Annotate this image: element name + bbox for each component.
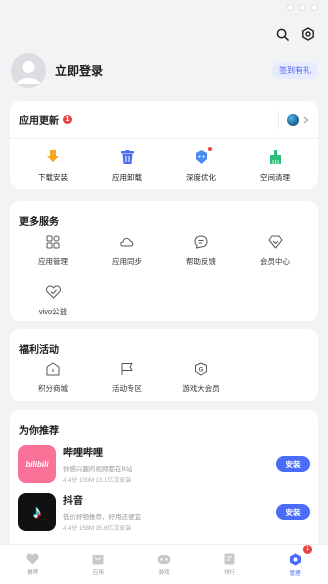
app-description: 你感兴趣的视频都在B站 [63, 466, 133, 473]
recommend-card: 为你推荐 bilibili 哔哩哔哩 你感兴趣的视频都在B站 4.4分 100M… [10, 410, 318, 545]
service-app-manage[interactable]: 应用管理 [16, 235, 90, 267]
login-link[interactable]: 立即登录 [55, 62, 103, 79]
section-title: 更多服务 [19, 217, 59, 228]
download-install-button[interactable]: 下载安装 [18, 149, 88, 183]
status-indicator [311, 3, 318, 11]
welfare-label: 积分商城 [38, 384, 68, 393]
service-label: 会员中心 [260, 257, 290, 266]
install-button[interactable]: 安装 [276, 504, 310, 520]
cloud-icon [120, 238, 134, 247]
app-name: 抖音 [63, 496, 83, 507]
heart-icon [45, 285, 61, 299]
download-icon [45, 149, 61, 165]
tab-label: 推荐 [27, 570, 39, 576]
welfare-game-vip[interactable]: G 游戏大会员 [164, 362, 238, 394]
tab-games[interactable]: 游戏 [144, 554, 184, 576]
welfare-card: 福利活动 积分商城 活动专区 G 游戏大会员 [10, 329, 318, 401]
status-indicator [299, 3, 306, 11]
service-label: 应用管理 [38, 257, 68, 266]
svg-text:G: G [199, 368, 204, 374]
search-icon[interactable] [274, 26, 290, 42]
tool-label: 下载安装 [38, 173, 68, 182]
chat-icon [194, 235, 208, 249]
settings-icon[interactable] [300, 26, 316, 42]
broom-icon [267, 149, 283, 165]
shop-icon [46, 362, 60, 376]
tab-manage[interactable]: 1 管理 [275, 544, 315, 577]
welfare-label: 活动专区 [112, 384, 142, 393]
service-help-feedback[interactable]: 帮助反馈 [164, 235, 238, 267]
tab-label: 游戏 [158, 569, 170, 576]
game-vip-icon: G [195, 362, 207, 376]
tool-label: 空间清理 [260, 173, 290, 182]
app-update-header[interactable]: 应用更新 1 [10, 101, 318, 139]
tab-apps[interactable]: 应用 [78, 553, 118, 576]
welfare-activity-zone[interactable]: 活动专区 [90, 362, 164, 394]
deep-optimize-button[interactable]: 深度优化 [166, 147, 236, 183]
update-app-preview[interactable] [278, 110, 309, 129]
space-clean-button[interactable]: 空间清理 [240, 149, 310, 183]
recommend-app-item[interactable]: ♪ 抖音 低价好物推荐，好用还便宜 4.4分 158M 35.6亿次安装 安装 [18, 492, 310, 532]
app-description: 低价好物推荐，好用还便宜 [63, 514, 141, 521]
manage-tab-icon [289, 553, 301, 565]
section-title: 福利活动 [19, 345, 59, 356]
diamond-icon [268, 235, 282, 249]
status-bar [0, 0, 328, 14]
recommend-app-item[interactable]: bilibili 哔哩哔哩 你感兴趣的视频都在B站 4.4分 100M 13.1… [18, 444, 310, 484]
tab-badge: 1 [303, 544, 313, 554]
section-title: 为你推荐 [19, 426, 59, 437]
bilibili-app-icon: bilibili [18, 445, 56, 483]
welfare-label: 游戏大会员 [182, 384, 220, 393]
tab-rank[interactable]: 排行 [210, 553, 250, 576]
flag-icon [121, 363, 133, 375]
gamepad-tab-icon [157, 554, 171, 564]
chevron-right-icon [303, 116, 309, 123]
trash-icon [119, 149, 135, 165]
service-vivo-charity[interactable]: vivo公益 [16, 285, 90, 317]
app-info: 哔哩哔哩 你感兴趣的视频都在B站 4.4分 100M 13.1亿次安装 [63, 444, 276, 484]
heart-tab-icon [26, 553, 39, 565]
more-services-card: 更多服务 应用管理 应用同步 帮助反馈 会员中心 vivo公益 [10, 201, 318, 321]
app-icon-text: bilibili [25, 459, 49, 469]
tab-label: 应用 [92, 570, 104, 576]
install-button[interactable]: 安装 [276, 456, 310, 472]
profile-header: 立即登录 签到有礼 [11, 52, 318, 88]
apps-grid-icon [46, 235, 60, 249]
douyin-app-icon: ♪ [18, 493, 56, 531]
app-icon-text: ♪ [32, 501, 42, 522]
service-label: 帮助反馈 [186, 257, 216, 266]
bag-tab-icon [92, 555, 104, 565]
service-label: 应用同步 [112, 257, 142, 266]
bottom-tab-bar: 推荐 应用 游戏 排行 1 管理 [0, 544, 328, 584]
uninstall-button[interactable]: 应用卸载 [92, 149, 162, 183]
service-label: vivo公益 [38, 307, 68, 316]
tool-label: 应用卸载 [112, 173, 142, 182]
rank-tab-icon [224, 553, 235, 565]
tab-recommend[interactable]: 推荐 [13, 553, 53, 576]
new-dot [208, 147, 212, 151]
top-actions [274, 26, 316, 42]
welfare-points-mall[interactable]: 积分商城 [16, 362, 90, 394]
service-app-sync[interactable]: 应用同步 [90, 235, 164, 267]
optimize-icon [193, 147, 212, 165]
app-meta: 4.4分 100M 13.1亿次安装 [63, 478, 132, 484]
tab-label: 管理 [289, 570, 301, 577]
status-indicator [287, 3, 294, 11]
app-update-title: 应用更新 [19, 116, 59, 127]
welfare-empty-slot [238, 362, 312, 394]
tab-label: 排行 [224, 570, 236, 576]
tools-row: 下载安装 应用卸载 深度优化 空间清理 [10, 139, 318, 183]
app-globe-icon [287, 113, 299, 126]
app-update-card: 应用更新 1 下载安装 应用卸载 深度优化 空间清理 [10, 101, 318, 189]
signin-reward-button[interactable]: 签到有礼 [272, 61, 318, 79]
avatar[interactable] [11, 52, 46, 88]
tool-label: 深度优化 [186, 173, 216, 182]
service-member-center[interactable]: 会员中心 [238, 235, 312, 267]
app-name: 哔哩哔哩 [63, 448, 103, 459]
services-grid: 应用管理 应用同步 帮助反馈 会员中心 vivo公益 [16, 235, 312, 317]
app-info: 抖音 低价好物推荐，好用还便宜 4.4分 158M 35.6亿次安装 [63, 492, 276, 532]
welfare-row: 积分商城 活动专区 G 游戏大会员 [16, 362, 312, 394]
update-count-badge: 1 [63, 115, 72, 124]
app-meta: 4.4分 158M 35.6亿次安装 [63, 526, 132, 532]
